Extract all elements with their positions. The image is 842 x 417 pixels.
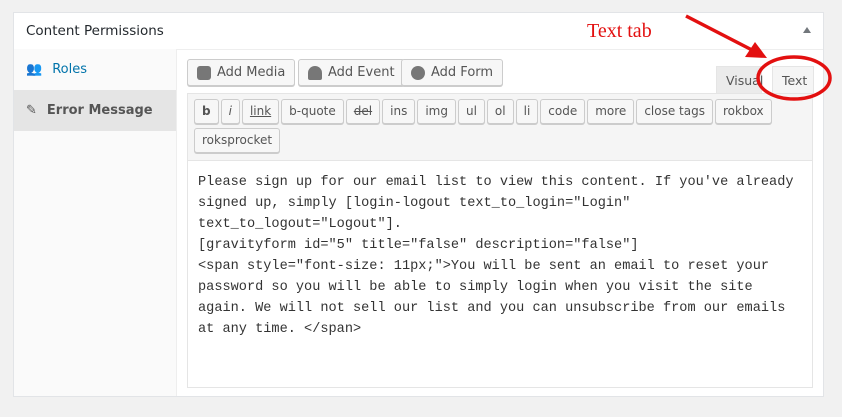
annotation-circle-icon bbox=[756, 55, 832, 101]
annotation-arrow-icon bbox=[685, 14, 753, 52]
annotation-overlay bbox=[685, 14, 832, 101]
